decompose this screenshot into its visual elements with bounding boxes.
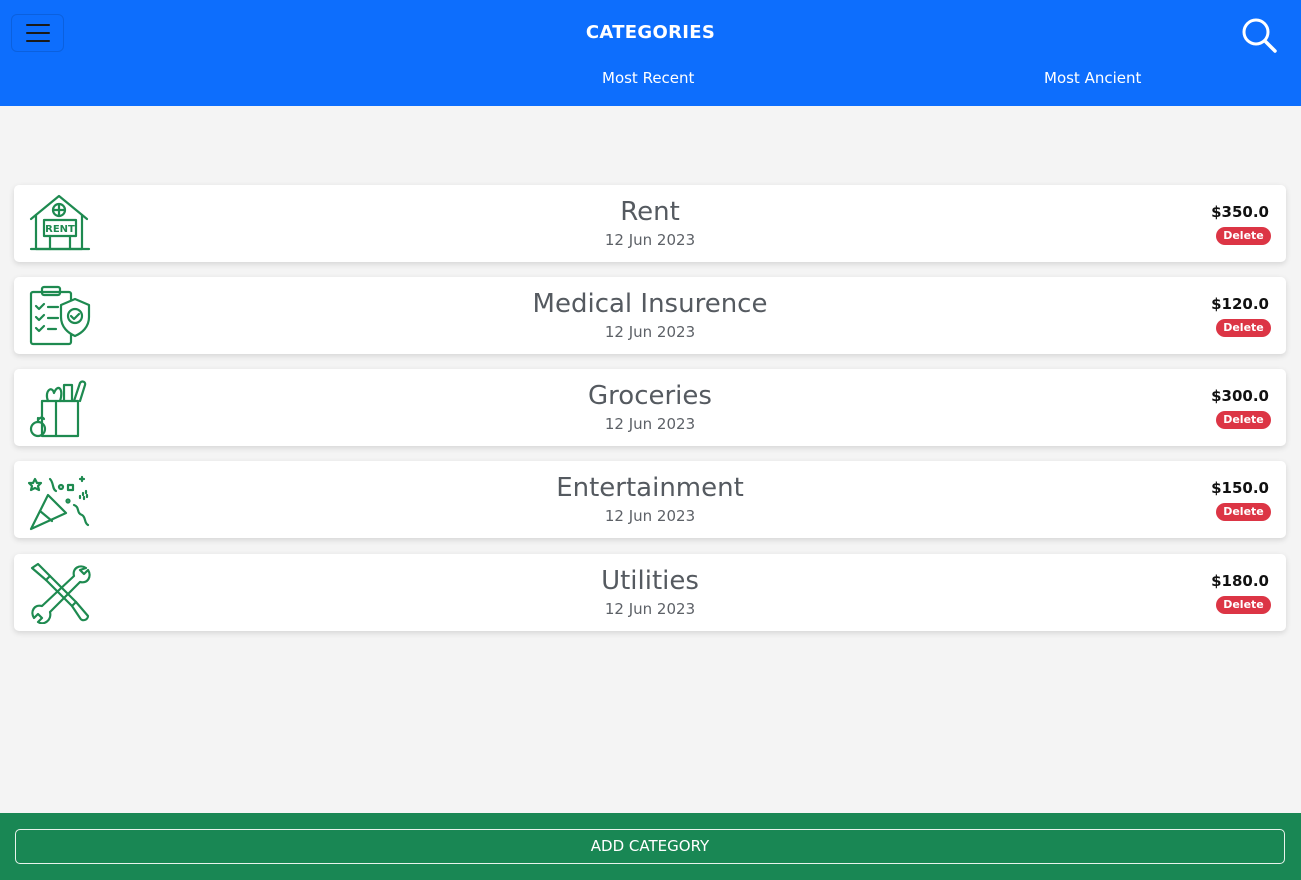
delete-button[interactable]: Delete [1216, 596, 1271, 614]
category-date: 12 Jun 2023 [604, 415, 696, 433]
add-category-button[interactable]: ADD CATEGORY [15, 829, 1285, 864]
category-card-medical-insurence[interactable]: Medical Insurence 12 Jun 2023 $120.0 Del… [14, 277, 1286, 354]
delete-button[interactable]: Delete [1216, 227, 1271, 245]
category-amount: $300.0 [1211, 387, 1269, 405]
category-date: 12 Jun 2023 [604, 323, 696, 341]
search-icon [1242, 18, 1277, 53]
category-name: Medical Insurence [532, 289, 768, 319]
category-card-entertainment[interactable]: Entertainment 12 Jun 2023 $150.0 Delete [14, 461, 1286, 538]
category-date: 12 Jun 2023 [604, 231, 696, 249]
tab-most-ancient[interactable]: Most Ancient [1044, 69, 1141, 87]
category-card-utilities[interactable]: Utilities 12 Jun 2023 $180.0 Delete [14, 554, 1286, 631]
page-title: CATEGORIES [585, 22, 716, 43]
category-name: Entertainment [556, 473, 744, 503]
category-amount: $150.0 [1211, 479, 1269, 497]
category-date: 12 Jun 2023 [604, 600, 696, 618]
delete-button[interactable]: Delete [1216, 411, 1271, 429]
tab-most-recent[interactable]: Most Recent [602, 69, 694, 87]
category-name: Utilities [601, 566, 699, 596]
bottom-bar: ADD CATEGORY [0, 813, 1301, 880]
category-card-rent[interactable]: RENT Rent 12 Jun 2023 $350.0 Delete [14, 185, 1286, 262]
category-amount: $120.0 [1211, 295, 1269, 313]
category-name: Rent [620, 197, 680, 227]
category-amount: $180.0 [1211, 572, 1269, 590]
category-date: 12 Jun 2023 [604, 507, 696, 525]
delete-button[interactable]: Delete [1216, 319, 1271, 337]
delete-button[interactable]: Delete [1216, 503, 1271, 521]
category-amount: $350.0 [1211, 203, 1269, 221]
category-name: Groceries [588, 381, 712, 411]
category-card-groceries[interactable]: Groceries 12 Jun 2023 $300.0 Delete [14, 369, 1286, 446]
top-navbar: CATEGORIES Most Recent Most Ancient [0, 0, 1301, 106]
search-button[interactable] [1240, 16, 1278, 54]
